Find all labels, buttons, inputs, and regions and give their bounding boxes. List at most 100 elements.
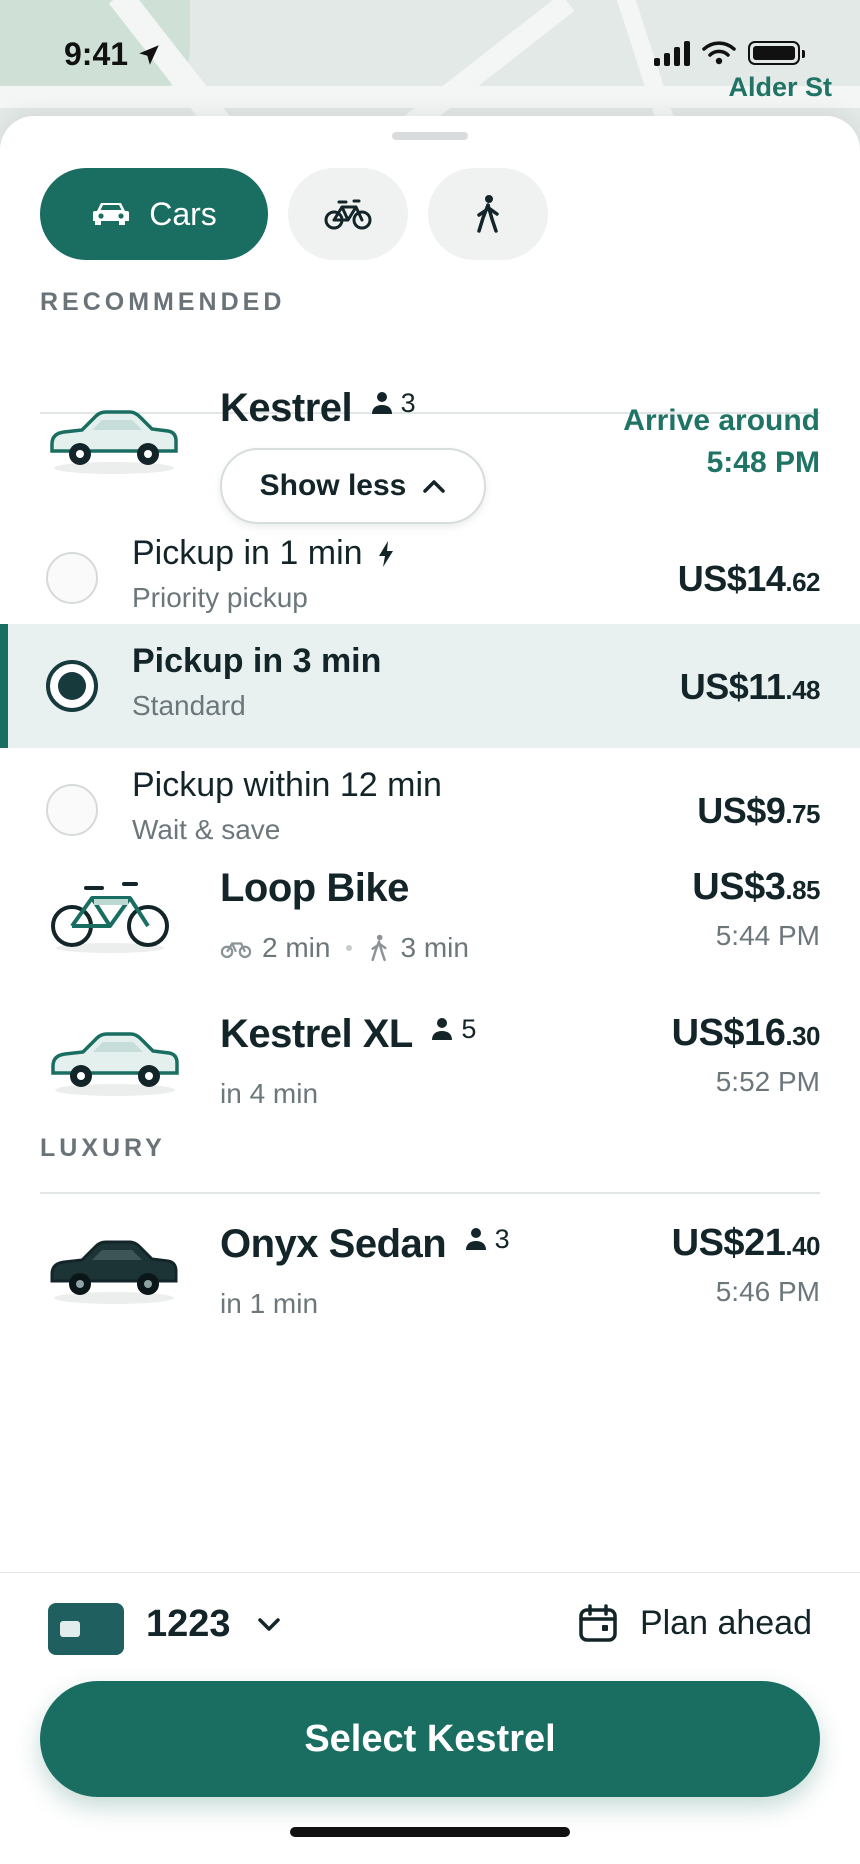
ride-eta: 5:46 PM (715, 1276, 820, 1307)
capacity-count: 3 (400, 387, 416, 418)
ride-option-kestrel[interactable]: Kestrel 3 Show less Arrive around 5:48 P… (0, 366, 860, 526)
card-number: 1223 (146, 1603, 231, 1645)
bike-time: 2 min (262, 932, 331, 963)
loop-bike-times: 2 min 3 min (220, 932, 469, 964)
pickup-time: in 4 min (220, 1078, 319, 1109)
checkout-footer: 1223 Plan ahead Select Kestrel (0, 1572, 860, 1864)
pickup-option-title: Pickup within 12 min (132, 766, 442, 805)
option-price: US$9.75 (697, 790, 820, 832)
pickup-option-priority[interactable]: Pickup in 1 min Priority pickup US$14.62 (0, 516, 860, 640)
price-cents: .30 (785, 1021, 820, 1051)
bike-icon (220, 942, 252, 959)
kestrel-car-icon (50, 410, 178, 474)
ride-price: US$21.40 (671, 1222, 821, 1265)
price-main: US$3 (692, 866, 786, 908)
calendar-icon (579, 1604, 617, 1642)
show-less-button[interactable]: Show less (220, 448, 486, 524)
status-time: 9:41 (64, 36, 162, 73)
ride-eta: 5:44 PM (715, 920, 820, 951)
option-price: US$14.62 (677, 558, 821, 600)
ride-option-kestrel-xl[interactable]: Kestrel XL 5 in 4 min US$16.30 5:52 PM (0, 1012, 860, 1142)
ride-price: US$16.30 (671, 1012, 821, 1055)
loop-bike-icon (51, 882, 169, 953)
price-main: US$11 (679, 666, 786, 707)
option-title-text: Pickup within 12 min (132, 766, 442, 804)
bike-icon (324, 199, 372, 230)
pickup-option-title: Pickup in 1 min (132, 534, 395, 573)
selected-indicator-bar (0, 624, 8, 748)
price-cents: .75 (785, 799, 820, 829)
ride-option-loop-bike[interactable]: Loop Bike 2 min 3 min US$3.85 5:44 PM (0, 866, 860, 996)
price-main: US$9 (697, 790, 786, 831)
battery-icon (748, 41, 805, 65)
price-cents: .62 (785, 567, 820, 597)
pickup-option-standard[interactable]: Pickup in 3 min Standard US$11.48 (0, 624, 860, 748)
kestrel-name: Kestrel (220, 386, 353, 430)
capacity-badge: 3 (465, 1224, 510, 1255)
capacity-badge: 3 (371, 388, 416, 419)
tab-bike[interactable] (288, 168, 408, 260)
capacity-count: 5 (461, 1013, 477, 1044)
walk-time: 3 min (400, 932, 469, 963)
tab-cars[interactable]: Cars (40, 168, 268, 260)
sheet-grabber-handle[interactable] (392, 132, 468, 140)
kestrel-xl-name: Kestrel XL (220, 1012, 413, 1056)
kestrel-xl-car-icon (51, 1032, 179, 1096)
section-divider (40, 1192, 820, 1194)
capacity-badge: 5 (431, 1014, 476, 1045)
chevron-up-icon (423, 480, 446, 493)
onyx-sedan-car-icon (50, 1240, 178, 1304)
car-icon (93, 203, 130, 225)
ride-eta: 5:52 PM (715, 1066, 820, 1097)
radio-priority[interactable] (46, 552, 98, 604)
cellular-signal-icon (654, 40, 690, 66)
luxury-heading: LUXURY (40, 1134, 166, 1162)
option-price: US$11.48 (679, 666, 821, 708)
option-title-text: Pickup in 3 min (132, 642, 382, 680)
select-ride-button[interactable]: Select Kestrel (40, 1681, 820, 1797)
payment-method-selector[interactable]: 1223 (146, 1603, 281, 1646)
pickup-option-wait-save[interactable]: Pickup within 12 min Wait & save US$9.75 (0, 748, 860, 872)
arrive-time: 5:48 PM (706, 446, 820, 479)
arrive-label: Arrive around (623, 404, 820, 437)
kestrel-xl-title: Kestrel XL 5 (220, 1012, 476, 1057)
kestrel-title-line: Kestrel 3 (220, 386, 416, 431)
option-title-text: Pickup in 1 min (132, 534, 363, 572)
ride-price: US$3.85 (692, 866, 820, 909)
walk-icon (477, 195, 499, 233)
radio-wait-save[interactable] (46, 784, 98, 836)
payment-card-icon[interactable] (48, 1603, 124, 1655)
show-less-label: Show less (259, 469, 407, 502)
walk-icon (371, 934, 387, 962)
tab-cars-label: Cars (149, 195, 217, 232)
ride-option-onyx-sedan[interactable]: Onyx Sedan 3 in 1 min US$21.40 5:46 PM (0, 1222, 860, 1352)
wifi-icon (702, 41, 736, 65)
price-main: US$16 (671, 1012, 786, 1054)
price-main: US$21 (671, 1222, 786, 1264)
arrival-estimate: Arrive around 5:48 PM (623, 400, 820, 484)
loop-bike-name: Loop Bike (220, 866, 409, 910)
person-icon (371, 392, 392, 414)
price-cents: .40 (785, 1231, 820, 1261)
capacity-count: 3 (494, 1223, 510, 1254)
person-icon (465, 1228, 486, 1250)
tab-walk[interactable] (428, 168, 548, 260)
price-cents: .85 (785, 875, 820, 905)
radio-standard[interactable] (46, 660, 98, 712)
chevron-down-icon (257, 1617, 280, 1631)
home-indicator[interactable] (290, 1827, 570, 1837)
pickup-option-subtitle: Wait & save (132, 814, 281, 845)
pickup-option-subtitle: Standard (132, 690, 246, 721)
plan-ahead-label: Plan ahead (639, 1603, 812, 1642)
pickup-option-subtitle: Priority pickup (132, 582, 308, 613)
onyx-title: Onyx Sedan 3 (220, 1222, 510, 1267)
pickup-time: in 1 min (220, 1288, 319, 1319)
price-main: US$14 (677, 558, 786, 599)
pickup-option-title: Pickup in 3 min (132, 642, 381, 681)
onyx-name: Onyx Sedan (220, 1222, 447, 1266)
lightning-icon (378, 540, 393, 567)
transport-mode-tabs: Cars (40, 168, 548, 260)
status-bar: 9:41 (0, 0, 860, 110)
loop-bike-title: Loop Bike (220, 866, 409, 911)
plan-ahead-button[interactable]: Plan ahead (578, 1603, 812, 1643)
